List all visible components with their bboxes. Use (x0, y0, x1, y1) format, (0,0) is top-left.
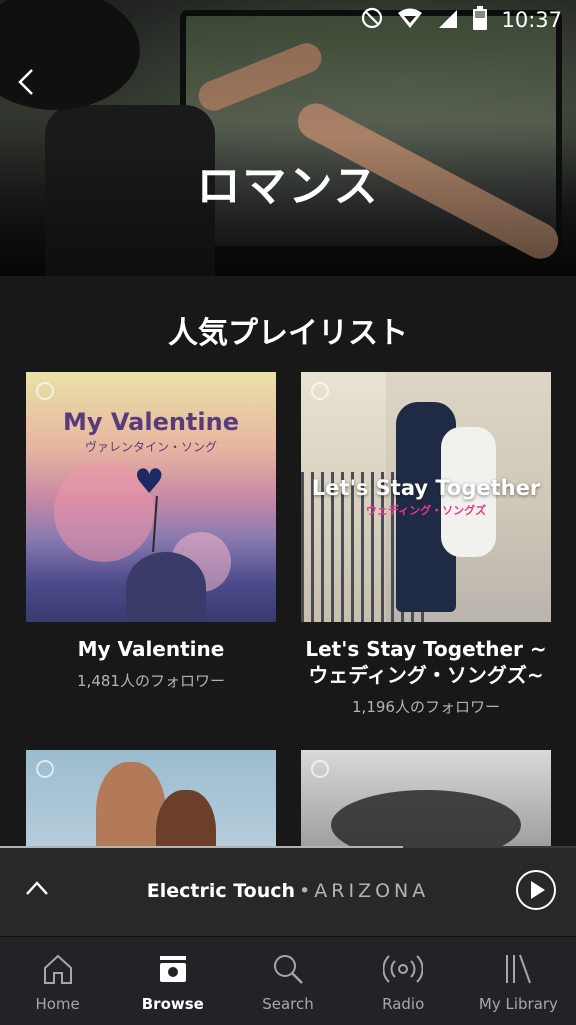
mini-player[interactable]: Electric Touch • ARIZONA (0, 846, 576, 936)
tab-label: Home (35, 995, 80, 1013)
page-title: ロマンス (196, 161, 380, 212)
bottom-tab-bar: Home Browse Search Radio My Library (0, 936, 576, 1025)
cover-title: Let's Stay Together (311, 476, 541, 500)
playlist-followers: 1,481人のフォロワー (77, 672, 225, 690)
status-bar: 10:37 (0, 0, 576, 40)
tab-radio[interactable]: Radio (346, 937, 461, 1025)
playlist-title[interactable]: Let's Stay Together ~ウェディング・ソングズ~ (301, 636, 551, 688)
heart-balloon-icon: ♥ (134, 462, 165, 502)
playlist-cover[interactable]: ♥ My Valentine ヴァレンタイン・ソング (26, 372, 276, 622)
status-time: 10:37 (501, 8, 562, 32)
battery-icon (473, 5, 488, 35)
back-button[interactable] (16, 66, 52, 106)
tab-browse[interactable]: Browse (115, 937, 230, 1025)
tab-my-library[interactable]: My Library (461, 937, 576, 1025)
track-artist: ARIZONA (314, 880, 430, 902)
spotify-logo-icon (311, 760, 329, 778)
tab-label: Radio (382, 995, 425, 1013)
chevron-left-icon (18, 69, 33, 95)
library-icon (506, 954, 532, 984)
radio-icon (383, 955, 424, 983)
playlist-cover[interactable]: Let's Stay Together ウェディング・ソングズ (301, 372, 551, 622)
tab-home[interactable]: Home (0, 937, 115, 1025)
cover-subtitle: ウェディング・ソングズ (365, 504, 487, 517)
tab-label: Search (262, 995, 314, 1013)
play-icon (531, 881, 545, 899)
section-title: 人気プレイリスト (168, 316, 408, 351)
home-icon (43, 954, 72, 984)
wifi-icon (397, 7, 423, 34)
now-playing[interactable]: Electric Touch • ARIZONA (0, 880, 576, 902)
playlist-followers: 1,196人のフォロワー (352, 698, 500, 716)
spotify-logo-icon (36, 382, 54, 400)
cover-title: My Valentine (63, 408, 239, 436)
play-button[interactable] (516, 870, 556, 910)
tab-label: My Library (478, 995, 558, 1013)
search-icon (274, 955, 303, 984)
playback-progress-bar (0, 846, 404, 848)
signal-icon (437, 7, 459, 34)
do-not-disturb-icon (361, 7, 383, 34)
playlist-card[interactable]: ♥ My Valentine ヴァレンタイン・ソング My Valentine … (26, 372, 276, 691)
separator: • (299, 880, 311, 902)
hero-banner: 10:37 ロマンス (0, 0, 576, 276)
browse-icon (159, 956, 186, 982)
spotify-logo-icon (311, 382, 329, 400)
track-title: Electric Touch (146, 880, 296, 902)
playlist-card[interactable]: Let's Stay Together ウェディング・ソングズ Let's St… (301, 372, 551, 717)
cover-subtitle: ヴァレンタイン・ソング (84, 440, 217, 454)
tab-search[interactable]: Search (230, 937, 345, 1025)
spotify-logo-icon (36, 760, 54, 778)
tab-label: Browse (141, 995, 204, 1013)
playlist-title[interactable]: My Valentine (26, 636, 276, 662)
